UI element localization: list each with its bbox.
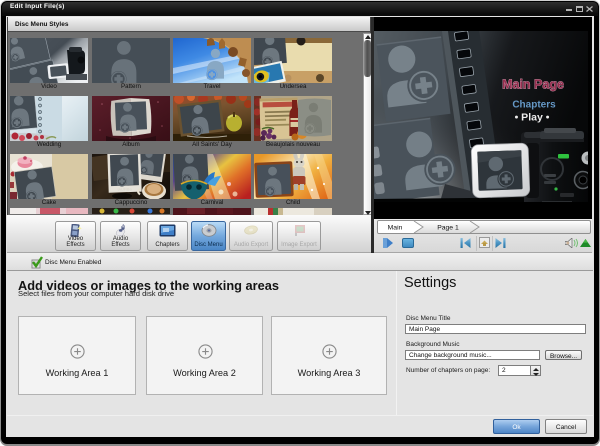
svg-text:Page 1: Page 1 bbox=[437, 224, 459, 231]
svg-text:Main Page: Main Page bbox=[502, 78, 564, 92]
svg-text:• Play •: • Play • bbox=[515, 112, 550, 124]
svg-text:Chapters: Chapters bbox=[512, 100, 556, 111]
svg-text:Main: Main bbox=[388, 224, 403, 231]
svg-text:tAUFlBa: tAUFlBa bbox=[117, 187, 132, 192]
